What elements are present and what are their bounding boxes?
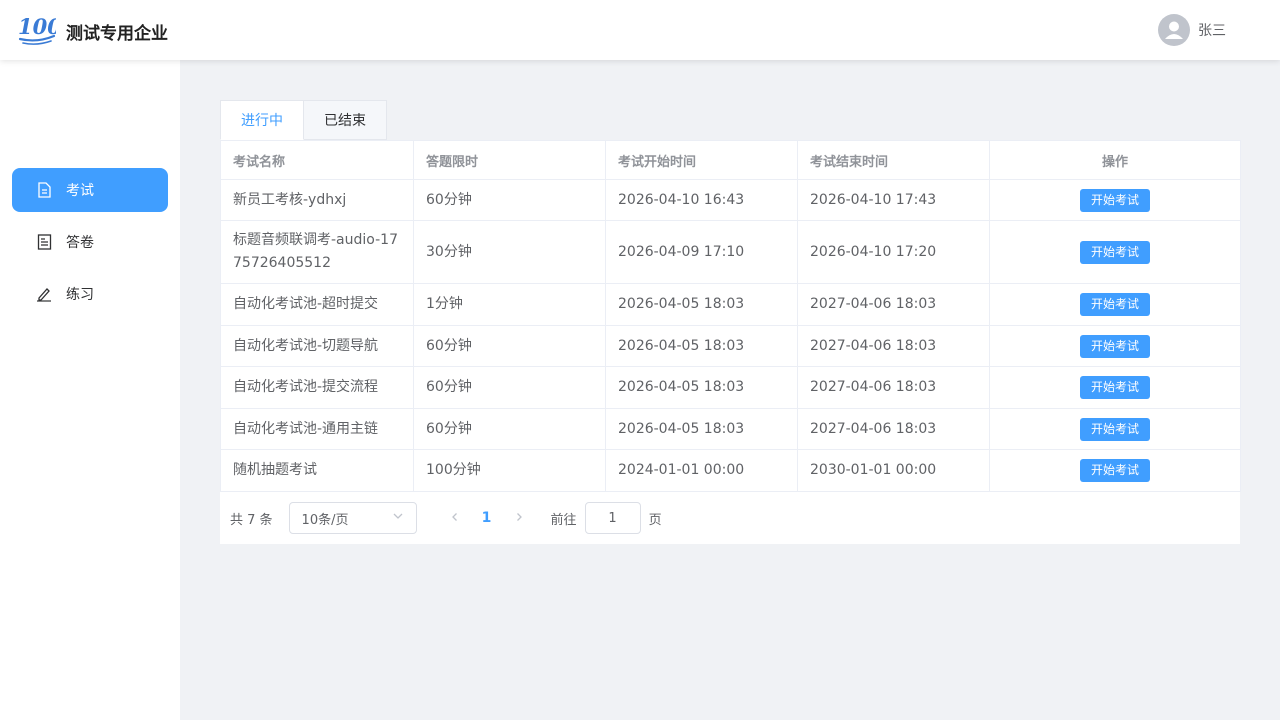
document-icon [36,182,52,198]
prev-page-icon[interactable] [439,510,471,526]
column-header-limit[interactable]: 答题限时 [413,140,606,180]
brand-logo: 100 [18,14,56,45]
tab-ended[interactable]: 已结束 [304,100,387,140]
table-header-row: 考试名称 答题限时 考试开始时间 考试结束时间 操作 [220,140,1241,180]
table-row: 自动化考试池-切题导航 60分钟 2026-04-05 18:03 2027-0… [220,325,1241,367]
start-exam-button[interactable]: 开始考试 [1079,334,1150,358]
total-count: 共 7 条 [230,512,273,528]
table-row: 随机抽题考试 100分钟 2024-01-01 00:00 2030-01-01… [220,449,1241,492]
page-size-select[interactable]: 10条/页 [288,502,417,534]
exam-name-cell: 标题音频联调考-audio-1775726405512 [220,220,414,284]
top-header: 100 测试专用企业 张三 [0,0,1280,60]
table-row: 新员工考核-ydhxj 60分钟 2026-04-10 16:43 2026-0… [220,179,1241,221]
main-content: 进行中 已结束 考试名称 答题限时 考试开始时间 考试结束时间 操作 新员工考核… [220,100,1241,544]
action-cell: 开始考试 [989,449,1241,492]
action-cell: 开始考试 [989,220,1241,284]
end-time-cell: 2027-04-06 18:03 [797,408,990,450]
username[interactable]: 张三 [1198,20,1226,40]
time-limit-cell: 1分钟 [413,283,606,326]
goto-label: 前往 [550,512,577,528]
start-exam-button[interactable]: 开始考试 [1079,293,1150,316]
goto-page-input[interactable] [584,502,641,534]
time-limit-cell: 30分钟 [413,220,606,284]
column-header-name[interactable]: 考试名称 [220,140,414,180]
exam-name-cell: 新员工考核-ydhxj [220,179,414,221]
time-limit-cell: 60分钟 [413,408,606,450]
user-avatar-icon[interactable] [1158,14,1190,46]
table-row: 自动化考试池-通用主链 60分钟 2026-04-05 18:03 2027-0… [220,408,1241,450]
page-suffix: 页 [648,512,662,528]
action-cell: 开始考试 [989,325,1241,367]
start-exam-button[interactable]: 开始考试 [1079,188,1150,212]
action-cell: 开始考试 [989,408,1241,450]
tab-bar: 进行中 已结束 [220,100,1240,140]
time-limit-cell: 60分钟 [413,325,606,367]
sidebar-item-answers[interactable]: 答卷 [12,220,168,264]
action-cell: 开始考试 [989,179,1241,221]
table-row: 自动化考试池-提交流程 60分钟 2026-04-05 18:03 2027-0… [220,366,1241,409]
pagination: 共 7 条 10条/页 1 前往 页 [220,492,1240,544]
start-time-cell: 2026-04-05 18:03 [605,325,798,367]
start-exam-button[interactable]: 开始考试 [1079,417,1150,441]
exam-name-cell: 自动化考试池-通用主链 [220,408,414,450]
column-header-end[interactable]: 考试结束时间 [797,140,990,180]
start-time-cell: 2026-04-05 18:03 [605,408,798,450]
pencil-icon [36,286,52,302]
start-exam-button[interactable]: 开始考试 [1079,240,1150,264]
answer-sheet-icon [36,234,52,250]
sidebar-menu: 考试 答卷 练习 [12,168,168,324]
exam-name-cell: 自动化考试池-提交流程 [220,366,414,409]
start-time-cell: 2026-04-05 18:03 [605,283,798,326]
next-page-icon[interactable] [503,510,535,526]
time-limit-cell: 60分钟 [413,366,606,409]
table-row: 自动化考试池-超时提交 1分钟 2026-04-05 18:03 2027-04… [220,283,1241,326]
start-time-cell: 2026-04-05 18:03 [605,366,798,409]
sidebar: 考试 答卷 练习 [0,60,180,720]
page-number[interactable]: 1 [471,510,503,526]
start-exam-button[interactable]: 开始考试 [1079,459,1150,482]
user-menu[interactable]: 张三 [1158,14,1226,46]
svg-text:100: 100 [18,14,56,39]
start-exam-button[interactable]: 开始考试 [1079,376,1150,399]
end-time-cell: 2027-04-06 18:03 [797,283,990,326]
time-limit-cell: 60分钟 [413,179,606,221]
sidebar-item-label: 考试 [66,183,94,199]
start-time-cell: 2026-04-09 17:10 [605,220,798,284]
company-name: 测试专用企业 [66,24,168,44]
exam-name-cell: 随机抽题考试 [220,449,414,492]
tab-in-progress[interactable]: 进行中 [220,100,304,140]
sidebar-item-label: 练习 [66,287,94,303]
action-cell: 开始考试 [989,366,1241,409]
start-time-cell: 2026-04-10 16:43 [605,179,798,221]
end-time-cell: 2027-04-06 18:03 [797,325,990,367]
exam-name-cell: 自动化考试池-切题导航 [220,325,414,367]
column-header-start[interactable]: 考试开始时间 [605,140,798,180]
start-time-cell: 2024-01-01 00:00 [605,449,798,492]
action-cell: 开始考试 [989,283,1241,326]
end-time-cell: 2026-04-10 17:43 [797,179,990,221]
table-row: 标题音频联调考-audio-1775726405512 30分钟 2026-04… [220,220,1241,284]
exam-name-cell: 自动化考试池-超时提交 [220,283,414,326]
end-time-cell: 2026-04-10 17:20 [797,220,990,284]
exam-table-container: 考试名称 答题限时 考试开始时间 考试结束时间 操作 新员工考核-ydhxj 6… [220,140,1241,544]
sidebar-item-exam[interactable]: 考试 [12,168,168,212]
page-size-value: 10条/页 [301,512,349,528]
sidebar-item-practice[interactable]: 练习 [12,272,168,316]
end-time-cell: 2027-04-06 18:03 [797,366,990,409]
time-limit-cell: 100分钟 [413,449,606,492]
sidebar-item-label: 答卷 [66,235,94,251]
chevron-down-icon [392,510,404,526]
end-time-cell: 2030-01-01 00:00 [797,449,990,492]
column-header-action: 操作 [989,140,1241,180]
exam-table: 考试名称 答题限时 考试开始时间 考试结束时间 操作 新员工考核-ydhxj 6… [220,140,1241,492]
